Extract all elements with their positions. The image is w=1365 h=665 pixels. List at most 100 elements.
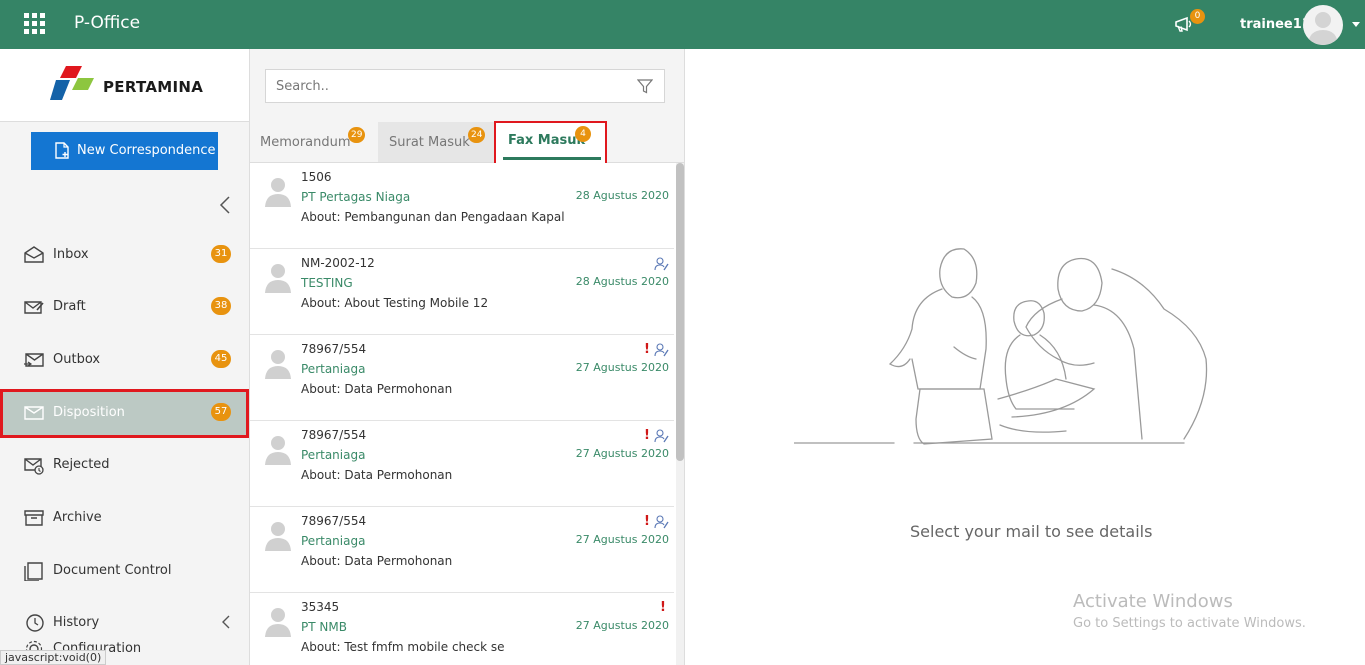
sidebar-item-label: Disposition [53,405,125,420]
mail-date: 28 Agustus 2020 [575,275,669,288]
sidebar-item-outbox[interactable]: Outbox 45 [0,336,249,385]
sidebar-item-label: Draft [53,299,86,314]
mail-about: About: About Testing Mobile 12 [301,296,489,310]
user-menu-caret-icon[interactable] [1352,22,1360,27]
mail-about: About: Data Permohonan [301,382,453,396]
mail-number: 35345 [301,600,340,614]
status-bar-url: javascript:void(0) [0,650,107,665]
search-bar-area [250,49,684,122]
mail-about: About: Test fmfm mobile check se [301,640,505,654]
mail-number: 78967/554 [301,428,367,442]
mail-date: 27 Agustus 2020 [575,447,669,460]
app-grid-icon[interactable] [24,13,46,35]
sidebar-item-rejected[interactable]: Rejected [0,441,249,490]
team-illustration [794,248,1208,445]
active-tab-underline [503,157,601,160]
sidebar-item-archive[interactable]: Archive [0,494,249,543]
list-item[interactable]: 78967/554 ! Pertaniaga 27 Agustus 2020 A… [250,421,674,507]
top-bar: P-Office 0 trainee11 [0,0,1365,49]
urgent-icon: ! [660,600,666,615]
disposition-user-icon [654,515,669,529]
outbox-icon [24,353,44,367]
mail-sender: Pertaniaga [301,362,366,376]
sidebar-item-inbox[interactable]: Inbox 31 [0,231,249,280]
tab-memorandum[interactable]: Memorandum 29 [250,122,378,162]
sidebar-item-label: Document Control [53,563,172,578]
draft-icon [24,301,44,314]
draft-count-badge: 38 [211,297,231,315]
mail-date: 28 Agustus 2020 [575,189,669,202]
sidebar-item-draft[interactable]: Draft 38 [0,283,249,332]
sidebar-item-label: Archive [53,510,102,525]
tab-fax-masuk[interactable]: Fax Masuk 4 [494,121,607,166]
tab-badge: 29 [348,127,366,143]
mail-date: 27 Agustus 2020 [575,619,669,632]
rejected-icon [24,458,44,475]
windows-activation-subtitle: Go to Settings to activate Windows. [1073,616,1306,631]
filter-icon[interactable] [637,79,653,94]
tab-badge: 4 [575,126,591,142]
list-item[interactable]: NM-2002-12 TESTING 28 Agustus 2020 About… [250,249,674,335]
sender-avatar-icon [265,350,291,379]
list-scrollbar[interactable] [676,163,684,665]
tab-label: Memorandum [260,135,351,150]
mail-date: 27 Agustus 2020 [575,533,669,546]
sender-avatar-icon [265,436,291,465]
tab-label: Surat Masuk [389,135,470,150]
pertamina-logo-icon [50,66,94,100]
scrollbar-thumb[interactable] [676,163,684,461]
sender-avatar-icon [265,264,291,293]
tab-surat-masuk[interactable]: Surat Masuk 24 [378,122,494,162]
user-avatar[interactable] [1303,5,1343,45]
mail-sender: Pertaniaga [301,448,366,462]
windows-activation-title: Activate Windows [1073,591,1233,612]
tab-badge: 24 [468,127,486,143]
urgent-icon: ! [644,342,650,357]
inbox-icon [24,246,44,263]
disposition-count-badge: 57 [211,403,231,421]
search-input[interactable] [265,69,665,103]
urgent-icon: ! [644,514,650,529]
collapse-sidebar-chevron-icon[interactable] [218,195,232,215]
new-correspondence-button[interactable]: New Correspondence [31,132,218,170]
inbox-count-badge: 31 [211,245,231,263]
list-item[interactable]: 78967/554 ! Pertaniaga 27 Agustus 2020 A… [250,335,674,421]
new-document-icon [55,142,69,159]
app-title: P-Office [74,13,141,33]
outbox-count-badge: 45 [211,350,231,368]
mail-sender: PT Pertagas Niaga [301,190,411,204]
document-control-icon [24,562,43,581]
mail-number: 78967/554 [301,342,367,356]
logo-area: PERTAMINA [0,49,249,122]
detail-pane: Select your mail to see details Activate… [686,49,1365,665]
disposition-user-icon [654,429,669,443]
sidebar: PERTAMINA New Correspondence Inbox 31 Dr… [0,49,250,665]
list-item[interactable]: 1506 PT Pertagas Niaga 28 Agustus 2020 A… [250,163,674,249]
archive-icon [24,510,44,526]
empty-state-message: Select your mail to see details [910,522,1153,541]
sidebar-item-label: Inbox [53,247,89,262]
mail-date: 27 Agustus 2020 [575,361,669,374]
username-label[interactable]: trainee11 [1240,17,1311,32]
tab-label: Fax Masuk [508,133,586,148]
mail-tabs: Memorandum 29 Surat Masuk 24 Fax Masuk 4 [250,121,684,166]
mail-about: About: Pembangunan dan Pengadaan Kapal [301,210,565,224]
mail-sender: TESTING [301,276,353,290]
sender-avatar-icon [265,608,291,637]
sender-avatar-icon [265,178,291,207]
sender-avatar-icon [265,522,291,551]
mail-sender: PT NMB [301,620,347,634]
urgent-icon: ! [644,428,650,443]
list-item[interactable]: 35345 ! PT NMB 27 Agustus 2020 About: Te… [250,593,674,665]
mail-list-panel: Memorandum 29 Surat Masuk 24 Fax Masuk 4… [250,49,685,665]
sidebar-item-document-control[interactable]: Document Control [0,547,249,596]
mail-about: About: Data Permohonan [301,554,453,568]
mail-list: 1506 PT Pertagas Niaga 28 Agustus 2020 A… [250,163,674,665]
list-item[interactable]: 78967/554 ! Pertaniaga 27 Agustus 2020 A… [250,507,674,593]
disposition-user-icon [654,343,669,357]
sidebar-item-label: Outbox [53,352,101,367]
mail-number: 1506 [301,170,332,184]
disposition-icon [24,406,44,420]
sidebar-item-disposition[interactable]: Disposition 57 [0,389,249,438]
logo-text: PERTAMINA [103,78,204,96]
